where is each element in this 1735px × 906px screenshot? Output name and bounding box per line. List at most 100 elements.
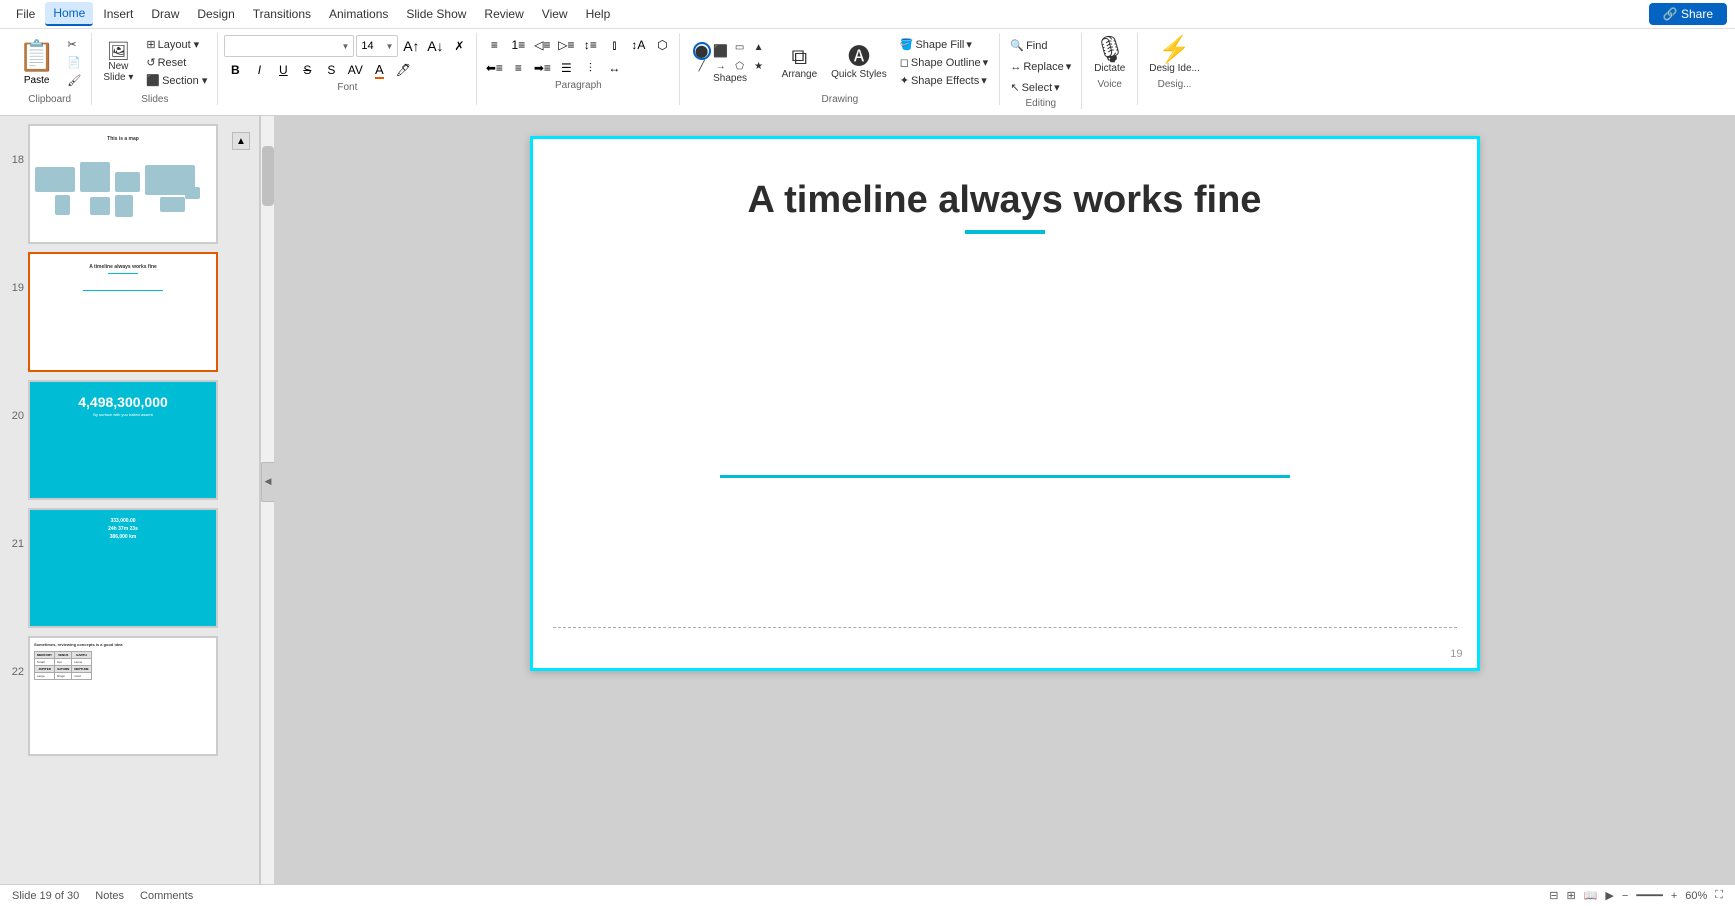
layout-button[interactable]: ⊞ Layout ▾ bbox=[142, 36, 211, 53]
find-button[interactable]: 🔍 Find bbox=[1006, 37, 1075, 54]
decrease-indent-button[interactable]: ◁≡ bbox=[531, 35, 553, 55]
shadow-button[interactable]: S bbox=[320, 60, 342, 80]
shapes-button[interactable]: ⬤ ⬛ ▭ ▲ ╱ → ⬠ ★ Shapes bbox=[688, 39, 773, 87]
char-spacing-button[interactable]: AV bbox=[344, 60, 366, 80]
text-columns-button[interactable]: ⫶ bbox=[579, 58, 601, 78]
bold-button[interactable]: B bbox=[224, 60, 246, 80]
highlight-button[interactable]: 🖊 bbox=[392, 60, 414, 80]
zoom-slider[interactable]: ━━━━ bbox=[1636, 889, 1663, 902]
shape-effects-button[interactable]: ✦ Shape Effects ▾ bbox=[896, 72, 992, 89]
shape-outline-button[interactable]: ◻ Shape Outline ▾ bbox=[896, 54, 992, 71]
menu-design[interactable]: Design bbox=[189, 3, 242, 25]
font-label: Font bbox=[224, 82, 470, 93]
char-spacing-icon: AV bbox=[348, 63, 363, 77]
clipboard-label: Clipboard bbox=[14, 94, 85, 105]
replace-button[interactable]: ↔ Replace ▾ bbox=[1006, 58, 1075, 75]
text-direction-icon: ↕A bbox=[631, 38, 645, 52]
menu-home[interactable]: Home bbox=[45, 2, 93, 26]
shape-fill-button[interactable]: 🪣 Shape Fill ▾ bbox=[896, 36, 992, 53]
align-right-icon: ➡≡ bbox=[534, 61, 551, 75]
slide-item-21: 21 333,000.00 24h 37m 23s 386,000 km bbox=[4, 508, 255, 628]
shape-effects-label: Shape Effects bbox=[911, 75, 979, 87]
text-direction-button[interactable]: ↕A bbox=[627, 35, 649, 55]
line-icon: ╱ bbox=[693, 61, 711, 72]
ribbon-group-editing: 🔍 Find ↔ Replace ▾ ↖ Select ▾ Editing bbox=[1000, 33, 1082, 109]
view-sorter-icon[interactable]: ⊞ bbox=[1567, 889, 1576, 902]
quick-styles-button[interactable]: 🅐 Quick Styles bbox=[826, 43, 892, 83]
view-reading-icon[interactable]: 📖 bbox=[1584, 889, 1598, 902]
underline-icon: U bbox=[279, 63, 288, 77]
share-button[interactable]: 🔗 Share bbox=[1649, 3, 1727, 25]
columns-icon: ⫾ bbox=[612, 38, 616, 53]
text-direction2-button[interactable]: ↔ bbox=[603, 58, 625, 78]
format-painter-button[interactable]: 🖌 bbox=[63, 72, 85, 89]
menu-draw[interactable]: Draw bbox=[143, 3, 187, 25]
menu-help[interactable]: Help bbox=[578, 3, 619, 25]
panel-collapse-button[interactable]: ◀ bbox=[261, 462, 275, 502]
font-name-selector[interactable]: ▼ bbox=[224, 35, 354, 57]
section-icon: ⬛ bbox=[146, 74, 160, 87]
clear-format-button[interactable]: ✗ bbox=[448, 36, 470, 56]
paste-button[interactable]: 📋 Paste bbox=[14, 37, 59, 88]
new-slide-button[interactable]: 🖼 NewSlide ▾ bbox=[98, 39, 138, 86]
justify-button[interactable]: ☰ bbox=[555, 58, 577, 78]
scroll-up-icon: ▲ bbox=[236, 136, 246, 147]
select-button[interactable]: ↖ Select ▾ bbox=[1006, 79, 1075, 96]
columns-button[interactable]: ⫾ bbox=[603, 35, 625, 55]
menu-view[interactable]: View bbox=[534, 3, 576, 25]
scroll-bar[interactable]: ◀ bbox=[260, 116, 274, 884]
menu-insert[interactable]: Insert bbox=[95, 3, 141, 25]
slide-thumb-18[interactable]: This is a map bbox=[28, 124, 218, 244]
menu-slideshow[interactable]: Slide Show bbox=[398, 3, 474, 25]
arrange-button[interactable]: ⧉ Arrange bbox=[777, 43, 823, 83]
slide-thumb-22[interactable]: Sometimes, reviewing concepts is a good … bbox=[28, 636, 218, 756]
quick-styles-label: Quick Styles bbox=[831, 69, 887, 80]
align-left-button[interactable]: ⬅≡ bbox=[483, 58, 505, 78]
font-size-increase-button[interactable]: A↑ bbox=[400, 36, 422, 56]
font-size-value: 14 bbox=[361, 40, 373, 52]
slides-label: Slides bbox=[98, 94, 211, 105]
menu-file[interactable]: File bbox=[8, 3, 43, 25]
font-size-decrease-button[interactable]: A↓ bbox=[424, 36, 446, 56]
view-slideshow-icon[interactable]: ▶ bbox=[1605, 889, 1613, 902]
font-color-icon: A bbox=[375, 62, 384, 79]
view-normal-icon[interactable]: ⊟ bbox=[1549, 889, 1558, 902]
menu-animations[interactable]: Animations bbox=[321, 3, 396, 25]
align-center-button[interactable]: ≡ bbox=[507, 58, 529, 78]
align-right-button[interactable]: ➡≡ bbox=[531, 58, 553, 78]
italic-icon: I bbox=[258, 63, 261, 77]
zoom-out-icon[interactable]: − bbox=[1622, 890, 1628, 902]
bold-icon: B bbox=[231, 63, 240, 77]
copy-icon: 📄 bbox=[67, 56, 81, 69]
cut-button[interactable]: ✂ bbox=[63, 36, 85, 53]
italic-button[interactable]: I bbox=[248, 60, 270, 80]
justify-icon: ☰ bbox=[561, 61, 572, 75]
underline-button[interactable]: U bbox=[272, 60, 294, 80]
scroll-up-button[interactable]: ▲ bbox=[232, 132, 250, 150]
font-size-selector[interactable]: 14 ▼ bbox=[356, 35, 398, 57]
dictate-button[interactable]: 🎙 Dictate bbox=[1088, 33, 1131, 77]
design-ideas-button[interactable]: ⚡ Desig Ide... bbox=[1144, 33, 1205, 77]
menu-transitions[interactable]: Transitions bbox=[245, 3, 319, 25]
slide-thumb-19[interactable]: A timeline always works fine bbox=[28, 252, 218, 372]
slide-canvas[interactable]: A timeline always works fine 19 bbox=[530, 136, 1480, 671]
reset-button[interactable]: ↺ Reset bbox=[142, 54, 211, 71]
fit-to-window-icon[interactable]: ⛶ bbox=[1715, 889, 1723, 902]
font-color-button[interactable]: A bbox=[368, 60, 390, 80]
scroll-thumb[interactable] bbox=[262, 146, 274, 206]
slide-thumb-21[interactable]: 333,000.00 24h 37m 23s 386,000 km bbox=[28, 508, 218, 628]
numbering-button[interactable]: 1≡ bbox=[507, 35, 529, 55]
ribbon-group-font: ▼ 14 ▼ A↑ A↓ ✗ B I U S S AV A 🖊 Fo bbox=[218, 33, 477, 105]
increase-indent-button[interactable]: ▷≡ bbox=[555, 35, 577, 55]
slide-thumb-20[interactable]: 4,498,300,000 By surface with you halted… bbox=[28, 380, 218, 500]
line-spacing-button[interactable]: ↕≡ bbox=[579, 35, 601, 55]
zoom-in-icon[interactable]: + bbox=[1671, 890, 1677, 902]
status-comments: Comments bbox=[140, 890, 193, 902]
smart-art-button[interactable]: ⬡ bbox=[651, 35, 673, 55]
menu-review[interactable]: Review bbox=[476, 3, 531, 25]
strikethrough-button[interactable]: S bbox=[296, 60, 318, 80]
slide20-bignum: 4,498,300,000 bbox=[30, 394, 216, 410]
copy-button[interactable]: 📄 bbox=[63, 54, 85, 71]
section-button[interactable]: ⬛ Section ▾ bbox=[142, 72, 211, 89]
bullets-button[interactable]: ≡ bbox=[483, 35, 505, 55]
